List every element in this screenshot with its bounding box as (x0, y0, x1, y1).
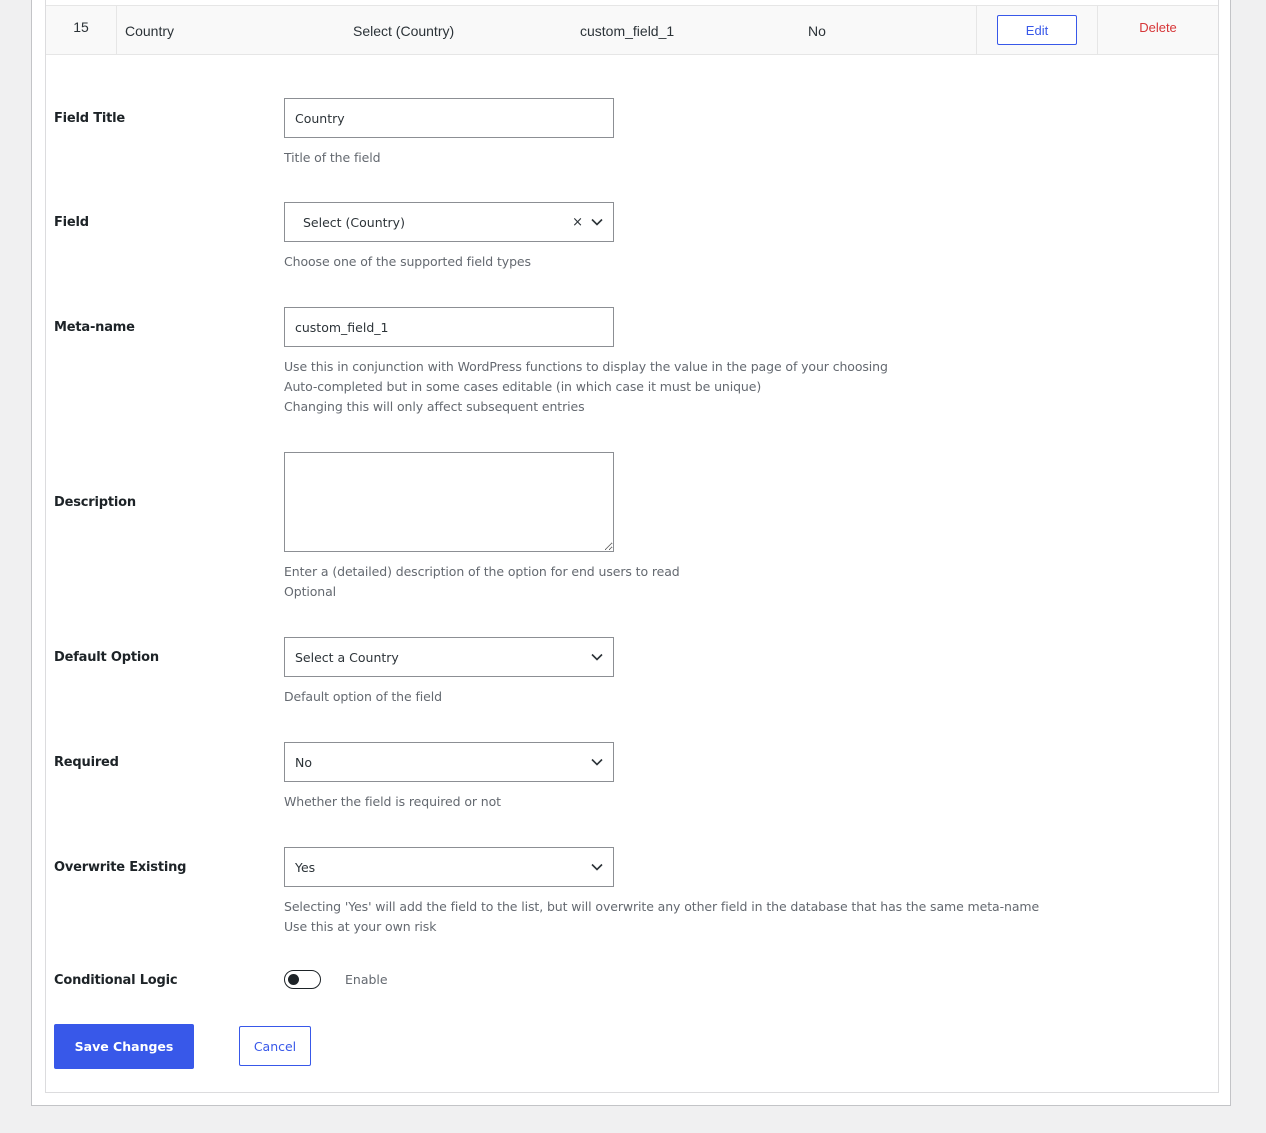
required-help: Whether the field is required or not (284, 794, 501, 809)
default-option-select[interactable]: Select a Country (284, 637, 614, 677)
chevron-down-icon (591, 218, 603, 226)
row-field-title: Country (125, 23, 175, 39)
required-label: Required (54, 755, 119, 770)
row-field-type: Select (Country) (353, 23, 455, 39)
overwrite-existing-help: Selecting 'Yes' will add the field to th… (284, 897, 1039, 937)
meta-name-help: Use this in conjunction with WordPress f… (284, 357, 888, 417)
default-option-value: Select a Country (295, 649, 399, 665)
conditional-logic-toggle-label: Enable (345, 972, 388, 987)
conditional-logic-label: Conditional Logic (54, 973, 178, 988)
description-help-line: Enter a (detailed) description of the op… (284, 564, 680, 579)
field-title-help: Title of the field (284, 150, 381, 165)
table-row: 15 Country Select (Country) custom_field… (46, 5, 1218, 55)
conditional-logic-toggle[interactable] (284, 970, 321, 989)
column-divider (976, 6, 977, 54)
meta-name-input[interactable] (284, 307, 614, 347)
row-required: No (808, 23, 826, 39)
row-number: 15 (73, 19, 89, 35)
settings-panel: 15 Country Select (Country) custom_field… (31, 0, 1231, 1106)
edit-button[interactable]: Edit (997, 15, 1077, 45)
overwrite-existing-help-line: Use this at your own risk (284, 919, 437, 934)
meta-name-help-line: Use this in conjunction with WordPress f… (284, 359, 888, 374)
meta-name-help-line: Changing this will only affect subsequen… (284, 399, 585, 414)
description-help-line: Optional (284, 584, 337, 599)
default-option-label: Default Option (54, 650, 159, 665)
chevron-down-icon (591, 653, 603, 661)
cancel-button[interactable]: Cancel (239, 1026, 311, 1066)
field-type-value: Select (Country) (303, 214, 405, 230)
overwrite-existing-label: Overwrite Existing (54, 860, 187, 875)
row-meta-name: custom_field_1 (580, 23, 675, 39)
save-changes-button[interactable]: Save Changes (54, 1024, 194, 1069)
toggle-knob (288, 973, 299, 985)
chevron-down-icon (591, 863, 603, 871)
field-type-select[interactable]: Select (Country) × (284, 202, 614, 242)
field-title-input[interactable] (284, 98, 614, 138)
required-value: No (295, 754, 312, 770)
meta-name-help-line: Auto-completed but in some cases editabl… (284, 379, 762, 394)
default-option-help: Default option of the field (284, 689, 442, 704)
required-select[interactable]: No (284, 742, 614, 782)
delete-link[interactable]: Delete (1098, 6, 1218, 54)
field-type-help: Choose one of the supported field types (284, 254, 531, 269)
field-type-label: Field (54, 215, 89, 230)
overwrite-existing-help-line: Selecting 'Yes' will add the field to th… (284, 899, 1040, 914)
field-title-label: Field Title (54, 111, 126, 126)
description-textarea[interactable] (284, 452, 614, 552)
overwrite-existing-value: Yes (295, 859, 316, 875)
description-label: Description (54, 495, 136, 510)
meta-name-label: Meta-name (54, 320, 135, 335)
clear-selection-icon[interactable]: × (572, 215, 583, 230)
field-editor-container: 15 Country Select (Country) custom_field… (45, 0, 1219, 1093)
column-divider (116, 6, 117, 54)
description-help: Enter a (detailed) description of the op… (284, 562, 680, 602)
chevron-down-icon (591, 758, 603, 766)
overwrite-existing-select[interactable]: Yes (284, 847, 614, 887)
